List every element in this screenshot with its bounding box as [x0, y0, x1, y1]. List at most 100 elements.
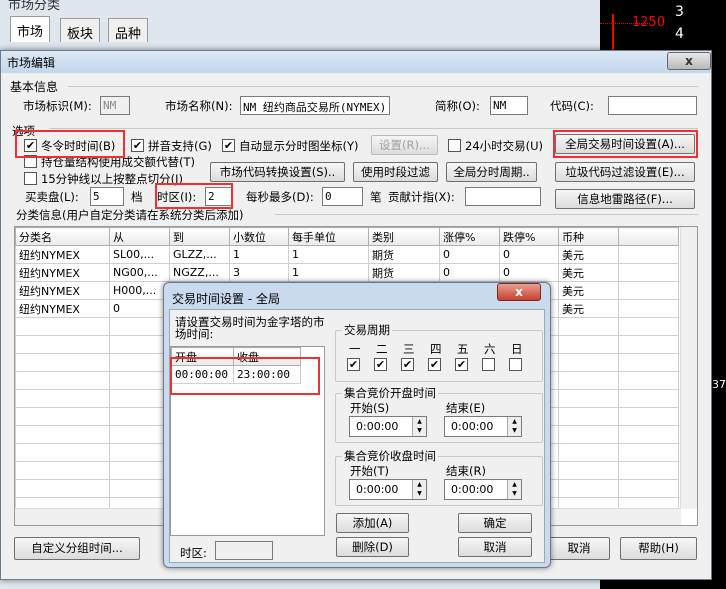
tab-variety[interactable]: 品种 [108, 18, 149, 42]
contribution-field[interactable] [465, 187, 541, 206]
table-row[interactable]: 纽约NYMEX NG00,... NGZZ,... 3 1 期货 0 0 美元 [15, 263, 679, 282]
table-cell [618, 281, 679, 300]
info-path-button[interactable]: 信息地雷路径(F)... [555, 189, 695, 209]
auto-axis-checkbox[interactable]: ✔ [222, 139, 235, 152]
table-cell [15, 461, 110, 480]
category-info-heading: 分类信息(用户自定分类请在系统分类后添加) [16, 208, 244, 222]
day-label: 五 [457, 342, 469, 356]
spinner-arrows-icon[interactable]: ▲ ▼ [507, 417, 521, 436]
custom-group-time-button[interactable]: 自定义分组时间... [14, 537, 140, 560]
table-cell [558, 317, 619, 336]
trading-time-list[interactable]: 开盘 收盘 00:00:00 23:00:00 [170, 346, 325, 536]
spinner-arrows-icon[interactable]: ▲ ▼ [507, 480, 521, 499]
table-cell [15, 443, 110, 462]
column-header[interactable]: 收盘 [233, 347, 301, 366]
day-checkbox[interactable]: ✔ [347, 358, 360, 371]
open-end-value: 0:00:00 [451, 420, 494, 433]
column-header[interactable]: 分类名 [15, 227, 110, 246]
code-field[interactable] [608, 96, 697, 115]
24h-trading-checkbox[interactable] [448, 139, 461, 152]
pinyin-label: 拼音支持(G) [148, 139, 212, 153]
column-header[interactable]: 跌停% [499, 227, 559, 246]
cancel-button[interactable]: 取消 [458, 537, 532, 557]
period-filter-button[interactable]: 使用时段过滤 [353, 162, 438, 182]
depth-field[interactable]: 5 [90, 187, 124, 206]
table-cell [558, 407, 619, 426]
table-cell [618, 479, 679, 498]
code-convert-button[interactable]: 市场代码转换设置(S).. [210, 162, 345, 182]
day-checkbox[interactable] [482, 358, 495, 371]
day-checkbox[interactable]: ✔ [428, 358, 441, 371]
code-label: 代码(C): [550, 99, 594, 113]
day-checkbox[interactable]: ✔ [374, 358, 387, 371]
spinner-arrows-icon[interactable]: ▲ ▼ [412, 417, 426, 436]
max-unit: 笔 [370, 190, 382, 204]
ok-button[interactable]: 确定 [458, 513, 532, 533]
close-end-spinbox[interactable]: 0:00:00 ▲ ▼ [444, 479, 522, 500]
column-header[interactable]: 从 [109, 227, 170, 246]
auto-axis-label: 自动显示分时图坐标(Y) [239, 139, 359, 153]
vertical-scrollbar[interactable] [680, 227, 697, 509]
day-checkbox[interactable]: ✔ [401, 358, 414, 371]
table-cell: 纽约NYMEX [15, 281, 110, 300]
depth-label: 买卖盘(L): [25, 190, 79, 204]
tab-sector[interactable]: 板块 [60, 18, 101, 42]
column-header[interactable]: 小数位 [229, 227, 289, 246]
column-header[interactable]: 到 [169, 227, 230, 246]
column-header[interactable]: 币种 [558, 227, 619, 246]
table-cell [15, 407, 110, 426]
settings-button[interactable]: 设置(R)... [371, 135, 438, 155]
table-cell: SL00,... [109, 245, 170, 264]
list-item[interactable]: 00:00:00 23:00:00 [171, 365, 301, 384]
contribution-label: 贡献计指(X): [388, 190, 455, 204]
column-header[interactable]: 开盘 [171, 347, 234, 366]
open-end-label: 结束(E) [446, 401, 486, 415]
close-end-label: 结束(R) [446, 464, 486, 478]
winter-time-checkbox[interactable]: ✔ [24, 139, 37, 152]
trading-week-heading: 交易周期 [342, 322, 392, 338]
max-per-second-field[interactable]: 0 [322, 187, 363, 206]
close-button[interactable]: x [497, 283, 541, 301]
open-end-spinbox[interactable]: 0:00:00 ▲ ▼ [444, 416, 522, 437]
column-header[interactable]: 类别 [368, 227, 440, 246]
help-button[interactable]: 帮助(H) [620, 537, 697, 560]
open-time: 00:00:00 [171, 365, 234, 384]
trading-time-table: 开盘 收盘 00:00:00 23:00:00 [171, 347, 301, 384]
basic-info-heading: 基本信息 [10, 80, 59, 94]
day-checkbox[interactable] [509, 358, 522, 371]
open-start-value: 0:00:00 [356, 420, 399, 433]
column-header[interactable]: 每手单位 [288, 227, 369, 246]
table-cell: H000,... [109, 281, 170, 300]
table-row[interactable]: 纽约NYMEX SL00,... GLZZ,... 1 1 期货 0 0 美元 [15, 245, 679, 264]
timezone-field[interactable]: 2 [205, 187, 232, 206]
table-cell [558, 371, 619, 390]
spinner-arrows-icon[interactable]: ▲ ▼ [412, 480, 426, 499]
open-interest-checkbox[interactable] [24, 155, 37, 168]
market-id-field: NM [100, 96, 130, 115]
close-time: 23:00:00 [233, 365, 301, 384]
global-trading-time-button[interactable]: 全局交易时间设置(A)... [555, 134, 695, 154]
global-period-button[interactable]: 全局分时周期.. [446, 162, 537, 182]
divider [275, 214, 698, 215]
table-cell: 0 [439, 245, 500, 264]
column-header[interactable]: 涨停% [439, 227, 500, 246]
delete-button[interactable]: 删除(D) [336, 537, 409, 557]
table-cell [109, 389, 170, 408]
add-button[interactable]: 添加(A) [336, 513, 409, 533]
junk-filter-button[interactable]: 垃圾代码过滤设置(E)... [555, 162, 695, 182]
market-name-field[interactable]: NM 纽约商品交易所(NYMEX) [240, 96, 390, 115]
pinyin-checkbox[interactable]: ✔ [131, 139, 144, 152]
table-cell [558, 425, 619, 444]
close-button[interactable]: x [667, 52, 711, 70]
divider [50, 128, 698, 129]
short-name-field[interactable]: NM [490, 96, 528, 115]
table-cell [109, 479, 170, 498]
max-per-second-label: 每秒最多(D): [246, 190, 314, 204]
hour-split-checkbox[interactable] [24, 172, 37, 185]
tab-market[interactable]: 市场 [10, 16, 51, 42]
day-checkbox[interactable]: ✔ [455, 358, 468, 371]
open-start-spinbox[interactable]: 0:00:00 ▲ ▼ [349, 416, 427, 437]
table-cell: 0 [109, 299, 170, 318]
close-start-spinbox[interactable]: 0:00:00 ▲ ▼ [349, 479, 427, 500]
cancel-button[interactable]: 取消 [548, 537, 610, 560]
